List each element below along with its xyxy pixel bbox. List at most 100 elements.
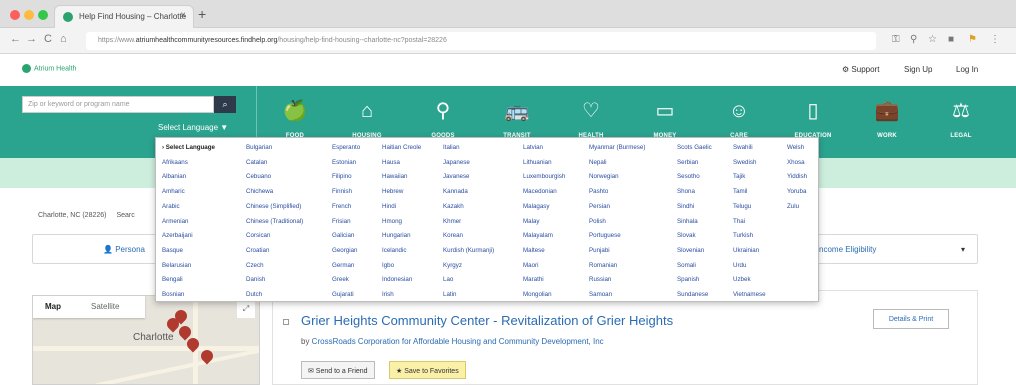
language-option[interactable]: Mongolian <box>523 291 552 299</box>
language-option[interactable]: German <box>332 262 354 270</box>
language-option[interactable]: Sundanese <box>677 291 708 299</box>
language-option[interactable]: Xhosa <box>787 159 805 167</box>
language-option[interactable]: Italian <box>443 144 460 152</box>
language-option[interactable]: Chichewa <box>246 188 273 196</box>
results-map[interactable]: Map Satellite Charlotte ⤢ <box>32 295 260 385</box>
language-option[interactable]: Lithuanian <box>523 159 552 167</box>
language-option[interactable]: Igbo <box>382 262 394 270</box>
language-option[interactable]: Polish <box>589 218 606 226</box>
language-option[interactable]: Arabic <box>162 203 180 211</box>
language-option[interactable]: Sinhala <box>677 218 698 226</box>
category-goods[interactable]: ⚲ GOODS <box>413 100 473 139</box>
tab-close-icon[interactable]: × <box>180 10 186 21</box>
language-option[interactable]: Basque <box>162 247 183 255</box>
language-option[interactable]: Indonesian <box>382 276 412 284</box>
category-work[interactable]: 💼 WORK <box>857 100 917 139</box>
category-education[interactable]: ▯ EDUCATION <box>783 100 843 139</box>
category-legal[interactable]: ⚖ LEGAL <box>931 100 991 139</box>
language-option[interactable]: Kurdish (Kurmanji) <box>443 247 494 255</box>
language-option[interactable]: Telugu <box>733 203 751 211</box>
language-option[interactable]: Croatian <box>246 247 269 255</box>
back-icon[interactable]: ← <box>10 33 21 45</box>
language-option[interactable]: Spanish <box>677 276 699 284</box>
zoom-window-button[interactable] <box>38 10 48 20</box>
language-option[interactable]: Portuguese <box>589 232 621 240</box>
map-tab[interactable]: Map <box>45 302 61 311</box>
language-option[interactable]: Uzbek <box>733 276 751 284</box>
language-option[interactable]: › Select Language <box>162 144 215 152</box>
language-option[interactable]: Khmer <box>443 218 461 226</box>
language-option[interactable]: Persian <box>589 203 610 211</box>
language-option[interactable]: Hausa <box>382 159 400 167</box>
save-to-favorites-button[interactable]: ★ Save to Favorites <box>389 361 466 379</box>
fullscreen-icon[interactable]: ⤢ <box>237 300 255 318</box>
language-option[interactable]: Hmong <box>382 218 402 226</box>
language-option[interactable]: Swedish <box>733 159 756 167</box>
language-option[interactable]: Finnish <box>332 188 352 196</box>
language-option[interactable]: Somali <box>677 262 696 270</box>
language-option[interactable]: Macedonian <box>523 188 557 196</box>
send-to-friend-button[interactable]: ✉ Send to a Friend <box>301 361 375 379</box>
close-window-button[interactable] <box>10 10 20 20</box>
zoom-icon[interactable]: ⚲ <box>910 34 917 45</box>
language-option[interactable]: Turkish <box>733 232 753 240</box>
language-option[interactable]: Myanmar (Burmese) <box>589 144 645 152</box>
language-option[interactable]: Kannada <box>443 188 468 196</box>
language-option[interactable]: Slovenian <box>677 247 704 255</box>
language-option[interactable]: Albanian <box>162 173 186 181</box>
language-option[interactable]: Tamil <box>733 188 747 196</box>
language-option[interactable]: Pashto <box>589 188 608 196</box>
language-option[interactable]: Hawaiian <box>382 173 407 181</box>
site-logo[interactable]: Atrium Health <box>22 64 76 73</box>
language-option[interactable]: Haitian Creole <box>382 144 421 152</box>
language-option[interactable]: Icelandic <box>382 247 406 255</box>
language-option[interactable]: Danish <box>246 276 265 284</box>
language-option[interactable]: Japanese <box>443 159 470 167</box>
url-field[interactable]: https://www.atriumhealthcommunityresourc… <box>86 32 876 50</box>
language-option[interactable]: Shona <box>677 188 695 196</box>
language-option[interactable]: Irish <box>382 291 394 299</box>
provider-link[interactable]: CrossRoads Corporation for Affordable Ho… <box>312 337 604 346</box>
language-option[interactable]: Hungarian <box>382 232 411 240</box>
language-option[interactable]: Punjabi <box>589 247 610 255</box>
language-option[interactable]: Frisian <box>332 218 351 226</box>
language-option[interactable]: Urdu <box>733 262 746 270</box>
language-option[interactable]: Javanese <box>443 173 470 181</box>
language-option[interactable]: Samoan <box>589 291 612 299</box>
language-option[interactable]: Romanian <box>589 262 617 270</box>
language-option[interactable]: Cebuano <box>246 173 271 181</box>
language-option[interactable]: Hindi <box>382 203 396 211</box>
language-option[interactable]: Tajik <box>733 173 745 181</box>
income-eligibility-filter[interactable]: ncome Eligibility ▾ <box>810 234 978 264</box>
language-option[interactable]: Thai <box>733 218 745 226</box>
result-checkbox[interactable] <box>283 319 289 325</box>
language-option[interactable]: Chinese (Traditional) <box>246 218 303 226</box>
language-option[interactable]: Slovak <box>677 232 696 240</box>
language-option[interactable]: Armenian <box>162 218 188 226</box>
language-option[interactable]: Korean <box>443 232 463 240</box>
language-option[interactable]: Azerbaijani <box>162 232 193 240</box>
language-option[interactable]: Estonian <box>332 159 356 167</box>
language-option[interactable]: Russian <box>589 276 611 284</box>
language-option[interactable]: Ukrainian <box>733 247 759 255</box>
language-option[interactable]: Galician <box>332 232 354 240</box>
language-option[interactable]: Latin <box>443 291 456 299</box>
language-option[interactable]: Norwegian <box>589 173 619 181</box>
language-option[interactable]: Gujarati <box>332 291 354 299</box>
language-option[interactable]: Czech <box>246 262 264 270</box>
reload-icon[interactable]: C <box>44 33 52 45</box>
language-option[interactable]: Yiddish <box>787 173 807 181</box>
language-option[interactable]: Zulu <box>787 203 799 211</box>
select-language-toggle[interactable]: Select Language ▼ <box>158 123 228 132</box>
category-money[interactable]: ▭ MONEY <box>635 100 695 139</box>
language-option[interactable]: Sindhi <box>677 203 694 211</box>
language-option[interactable]: Malagasy <box>523 203 549 211</box>
language-option[interactable]: Amharic <box>162 188 185 196</box>
language-option[interactable]: Luxembourgish <box>523 173 565 181</box>
home-icon[interactable]: ⌂ <box>60 33 67 45</box>
language-option[interactable]: Marathi <box>523 276 544 284</box>
language-option[interactable]: Malay <box>523 218 540 226</box>
category-health[interactable]: ♡ HEALTH <box>561 100 621 139</box>
language-option[interactable]: French <box>332 203 351 211</box>
language-option[interactable]: Bulgarian <box>246 144 272 152</box>
